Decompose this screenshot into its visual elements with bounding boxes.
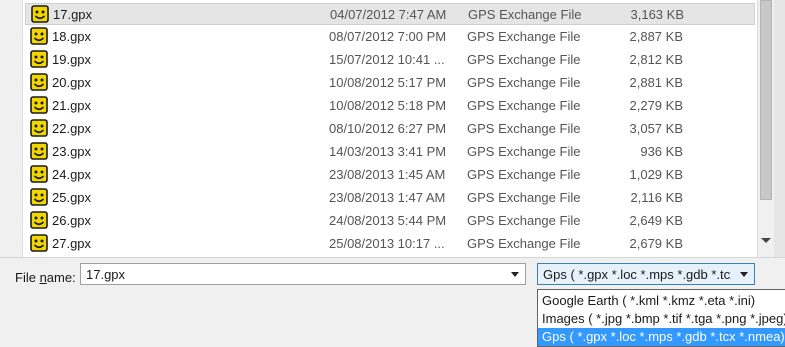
file-date: 10/08/2012 5:17 PM (329, 75, 447, 90)
file-name: 17.gpx (53, 7, 93, 22)
file-row[interactable]: 25.gpx 23/08/2013 1:47 AM GPS Exchange Fil… (25, 187, 755, 209)
chevron-down-icon[interactable] (511, 272, 519, 277)
file-date: 25/08/2013 10:17 ... (329, 236, 445, 251)
chevron-down-icon[interactable] (740, 272, 748, 277)
file-size: 2,679 KB (629, 236, 684, 251)
file-name: 27.gpx (52, 236, 92, 251)
file-type-dropdown: Google Earth ( *.kml *.kmz *.eta *.ini) … (537, 289, 785, 347)
gpx-file-icon (30, 119, 48, 137)
file-type: GPS Exchange File (468, 7, 582, 22)
file-type-option-highlighted[interactable]: Gps ( *.gpx *.loc *.mps *.gdb *.tcx *.nm… (538, 328, 785, 346)
file-date: 04/07/2012 7:47 AM (330, 7, 447, 22)
file-name: 21.gpx (52, 98, 92, 113)
file-date: 15/07/2012 10:41 ... (329, 52, 445, 67)
file-type: GPS Exchange File (467, 29, 581, 44)
gpx-file-icon (30, 211, 48, 229)
file-type: GPS Exchange File (467, 236, 581, 251)
file-size: 2,812 KB (629, 52, 684, 67)
gpx-file-icon (30, 234, 48, 252)
file-name-label: File name: (15, 270, 76, 285)
file-type-value: Gps ( *.gpx *.loc *.mps *.gdb *.tcx *.nm… (543, 267, 731, 282)
file-type-select[interactable]: Gps ( *.gpx *.loc *.mps *.gdb *.tcx *.nm… (537, 263, 755, 285)
file-name: 25.gpx (52, 190, 92, 205)
file-size: 936 KB (640, 144, 683, 159)
file-type: GPS Exchange File (467, 144, 581, 159)
file-type-option[interactable]: Google Earth ( *.kml *.kmz *.eta *.ini) (538, 292, 785, 310)
gpx-file-icon (30, 188, 48, 206)
file-name: 18.gpx (52, 29, 92, 44)
file-row[interactable]: 20.gpx 10/08/2012 5:17 PM GPS Exchange Fil… (25, 72, 755, 94)
file-name: 23.gpx (52, 144, 92, 159)
file-type-option[interactable]: Images ( *.jpg *.bmp *.tif *.tga *.png *… (538, 310, 785, 328)
gpx-file-icon (30, 96, 48, 114)
file-type: GPS Exchange File (467, 121, 581, 136)
file-date: 14/03/2013 3:41 PM (329, 144, 447, 159)
file-name: 24.gpx (52, 167, 92, 182)
file-row[interactable]: 18.gpx 08/07/2012 7:00 PM GPS Exchange Fil… (25, 26, 755, 48)
file-row[interactable]: 22.gpx 08/10/2012 6:27 PM GPS Exchange Fil… (25, 118, 755, 140)
file-size: 3,057 KB (629, 121, 684, 136)
file-size: 2,649 KB (629, 213, 684, 228)
file-row[interactable]: 27.gpx 25/08/2013 10:17 ... GPS Exchange F… (25, 233, 755, 255)
divider (0, 257, 785, 258)
file-size: 2,116 KB (630, 190, 683, 205)
file-size: 2,279 KB (629, 98, 684, 113)
file-type: GPS Exchange File (467, 98, 581, 113)
file-type: GPS Exchange File (467, 213, 581, 228)
gpx-file-icon (30, 165, 48, 183)
file-date: 08/07/2012 7:00 PM (329, 29, 447, 44)
file-size: 2,881 KB (629, 75, 684, 90)
gpx-file-icon (30, 73, 48, 91)
file-row[interactable]: 17.gpx 04/07/2012 7:47 AM GPS Exchange Fil… (25, 3, 755, 25)
file-name: 20.gpx (52, 75, 92, 90)
file-type: GPS Exchange File (467, 190, 581, 205)
file-row[interactable]: 19.gpx 15/07/2012 10:41 ... GPS Exchange F… (25, 49, 755, 71)
window-edge (774, 0, 785, 257)
file-date: 24/08/2013 5:44 PM (329, 213, 447, 228)
file-size: 3,163 KB (630, 7, 685, 22)
file-name: 22.gpx (52, 121, 92, 136)
file-date: 10/08/2012 5:18 PM (329, 98, 447, 113)
file-date: 08/10/2012 6:27 PM (329, 121, 447, 136)
file-row[interactable]: 24.gpx 23/08/2013 1:45 AM GPS Exchange Fil… (25, 164, 755, 186)
vertical-scrollbar[interactable] (757, 0, 775, 257)
file-type: GPS Exchange File (467, 75, 581, 90)
file-list[interactable]: 17.gpx 04/07/2012 7:47 AM GPS Exchange Fil… (0, 0, 757, 257)
file-name: 19.gpx (52, 52, 92, 67)
gpx-file-icon (31, 5, 49, 23)
file-name-value: 17.gpx (86, 267, 126, 282)
gpx-file-icon (30, 142, 48, 160)
navigation-pane-edge (0, 0, 23, 257)
file-name-input[interactable]: 17.gpx (80, 263, 526, 285)
file-size: 2,887 KB (629, 29, 684, 44)
file-row[interactable]: 26.gpx 24/08/2013 5:44 PM GPS Exchange Fil… (25, 210, 755, 232)
file-type: GPS Exchange File (467, 167, 581, 182)
file-size: 1,029 KB (629, 167, 684, 182)
file-row[interactable]: 21.gpx 10/08/2012 5:18 PM GPS Exchange Fil… (25, 95, 755, 117)
gpx-file-icon (30, 27, 48, 45)
file-type: GPS Exchange File (467, 52, 581, 67)
scrollbar-thumb[interactable] (760, 0, 772, 200)
file-date: 23/08/2013 1:47 AM (329, 190, 446, 205)
file-name: 26.gpx (52, 213, 92, 228)
scroll-down-icon[interactable] (761, 238, 771, 243)
file-date: 23/08/2013 1:45 AM (329, 167, 446, 182)
gpx-file-icon (30, 50, 48, 68)
file-row[interactable]: 23.gpx 14/03/2013 3:41 PM GPS Exchange Fil… (25, 141, 755, 163)
